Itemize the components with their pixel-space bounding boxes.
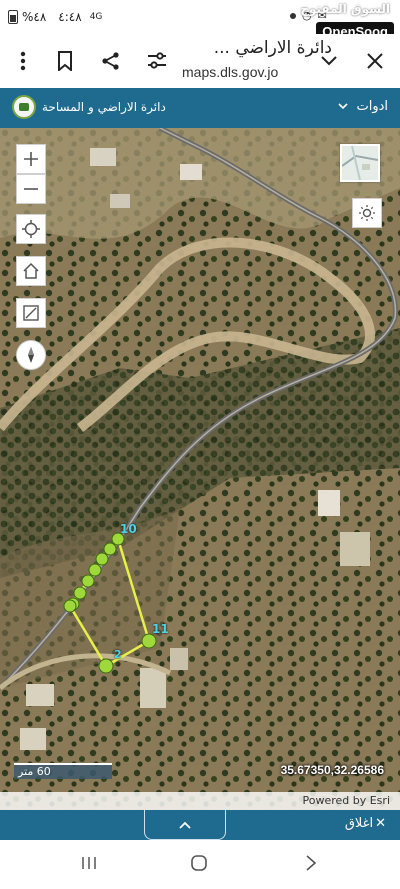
home-button[interactable] — [16, 256, 46, 286]
compass-icon — [28, 347, 34, 363]
tools-menu[interactable]: ادوات — [338, 99, 388, 114]
brightness-button[interactable] — [352, 198, 382, 228]
chevron-down-icon — [338, 103, 349, 110]
browser-toolbar: دائرة الاراضي ... maps.dls.gov.jo — [0, 34, 400, 88]
page-url[interactable]: maps.dls.gov.jo — [182, 64, 278, 80]
tools-menu-label: ادوات — [356, 99, 388, 114]
status-time: ٤:٤٨ — [58, 10, 82, 24]
notification-dot-icon — [290, 12, 296, 19]
map-scale-bar: 60 متر — [14, 763, 112, 779]
more-vert-icon[interactable] — [8, 46, 38, 76]
home-circle-icon — [191, 855, 207, 871]
share-icon[interactable] — [96, 46, 126, 76]
panel-close-button[interactable]: ✕ اغلاق — [345, 816, 386, 831]
cursor-coordinates: 35.67350,32.26586 — [280, 763, 384, 777]
status-bar-left-group: %٤٨ ٤:٤٨ 4G — [8, 10, 102, 24]
back-button[interactable] — [304, 854, 318, 876]
network-type: 4G — [89, 12, 103, 22]
close-icon: ✕ — [375, 816, 386, 831]
panel-close-label: اغلاق — [344, 816, 374, 831]
home-nav-button[interactable] — [190, 854, 208, 876]
chevron-up-icon — [179, 821, 191, 829]
parcel-overlay[interactable] — [0, 128, 400, 810]
tune-icon[interactable] — [142, 46, 172, 76]
basemap-switcher-button[interactable] — [340, 144, 380, 182]
status-bar: %٤٨ ٤:٤٨ 4G ◔ ✉ السوق المفتوح OpenSooq — [0, 0, 400, 41]
battery-level: %٤٨ — [22, 10, 47, 24]
brand-name: دائرة الاراضي و المساحة — [42, 100, 166, 114]
chevron-down-icon[interactable] — [314, 46, 344, 76]
bookmark-icon[interactable] — [50, 46, 80, 76]
close-icon[interactable] — [360, 46, 390, 76]
compass-button[interactable] — [16, 340, 46, 370]
panel-expand-handle[interactable] — [144, 810, 226, 840]
recents-button[interactable] — [80, 854, 98, 876]
zoom-in-button[interactable] — [16, 144, 46, 174]
app-header: دائرة الاراضي و المساحة ادوات — [0, 88, 400, 128]
battery-icon — [8, 10, 18, 24]
parcel-label-10: 10 — [120, 522, 137, 536]
parcel-label-11: 11 — [152, 622, 169, 636]
app-brand: دائرة الاراضي و المساحة — [12, 95, 166, 119]
crosshair-icon — [22, 220, 40, 238]
dls-logo-icon — [12, 95, 36, 119]
locate-button[interactable] — [16, 214, 46, 244]
chevron-right-icon — [306, 855, 317, 871]
home-icon — [23, 262, 39, 279]
recents-icon — [82, 857, 96, 869]
map-attribution: Powered by Esri — [0, 792, 400, 810]
system-nav-bar — [0, 840, 400, 889]
measure-button[interactable] — [16, 298, 46, 328]
sun-icon — [359, 205, 375, 221]
measure-icon — [23, 305, 39, 321]
bottom-panel: ✕ اغلاق — [0, 810, 400, 840]
watermark-arabic: السوق المفتوح — [300, 2, 390, 16]
zoom-out-button[interactable] — [16, 174, 46, 204]
parcel-label-2: 2 — [114, 648, 122, 661]
map-view[interactable]: 10 11 2 60 متر 35.67350,32.26586 Powered… — [0, 128, 400, 810]
